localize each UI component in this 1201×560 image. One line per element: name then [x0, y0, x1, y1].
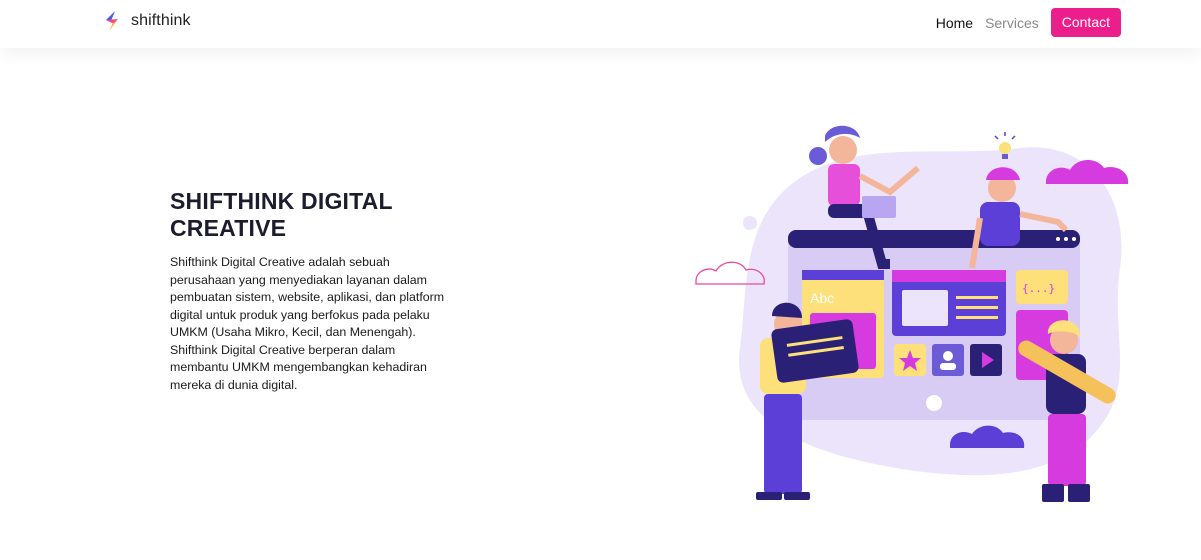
main-nav: Home Services Contact	[924, 8, 1121, 37]
brand[interactable]: shifthink	[102, 10, 191, 32]
contact-button[interactable]: Contact	[1050, 8, 1121, 37]
code-card-label: {...}	[1022, 282, 1055, 295]
hero-section: SHIFTHINK DIGITAL CREATIVE Shifthink Dig…	[170, 188, 450, 394]
nav-link-services[interactable]: Services	[985, 9, 1039, 37]
card-abc-label: Abc	[810, 290, 834, 306]
shifthink-logo-icon	[106, 11, 118, 31]
brand-name: shifthink	[131, 12, 191, 29]
users-icon	[943, 351, 953, 361]
hero-title: SHIFTHINK DIGITAL CREATIVE	[170, 188, 393, 241]
hero-description: Shifthink Digital Creative adalah sebuah…	[170, 255, 445, 392]
navbar: shifthink Home Services Contact	[0, 0, 1201, 48]
team-web-design-illustration: Abc {...}	[690, 118, 1150, 510]
nav-link-home[interactable]: Home	[936, 9, 973, 37]
